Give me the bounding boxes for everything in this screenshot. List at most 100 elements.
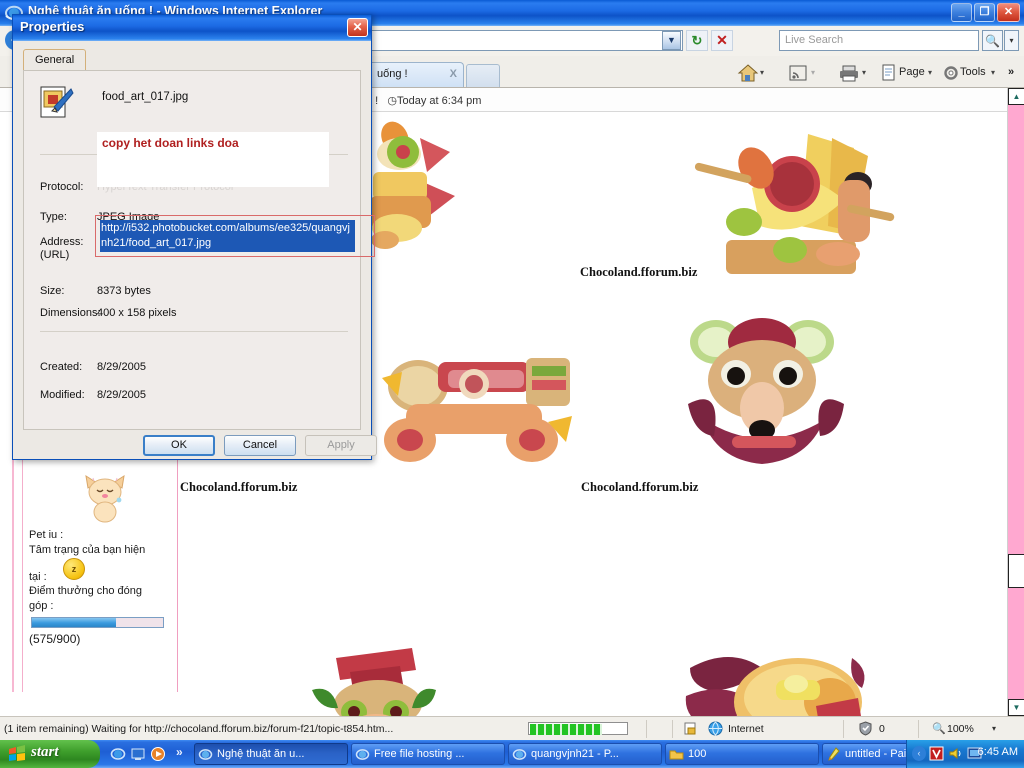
feeds-icon[interactable] — [788, 62, 808, 84]
label-address-line1: Address: — [40, 236, 84, 248]
search-icon[interactable]: 🔍 — [982, 30, 1003, 51]
value-modified: 8/29/2005 — [97, 389, 146, 401]
zoom-caret-icon[interactable]: ▾ — [992, 724, 996, 733]
tab-general[interactable]: General — [23, 49, 87, 71]
vscroll-up-arrow-icon[interactable]: ▲ — [1008, 88, 1024, 105]
ie-quicklaunch-icon[interactable] — [110, 746, 126, 762]
dialog-general-panel: food_art_017.jpg Protocol: HyperText Tra… — [23, 70, 375, 430]
close-button[interactable]: ✕ — [997, 3, 1020, 22]
ie-icon — [198, 749, 213, 760]
stop-icon[interactable]: ✕ — [711, 30, 733, 51]
pet-points-label: (575/900) — [29, 632, 81, 646]
label-type: Type: — [40, 211, 67, 223]
security-zone-label[interactable]: Internet — [728, 723, 764, 735]
gear-icon[interactable] — [942, 62, 960, 84]
address-dropdown-icon[interactable]: ▼ — [662, 31, 681, 50]
home-caret-icon[interactable]: ▾ — [760, 62, 764, 84]
pet-line-3: tại : — [29, 571, 47, 583]
label-address-line2: (URL) — [40, 249, 70, 261]
shield-icon — [859, 721, 872, 736]
value-address-url[interactable]: http://i532.photobucket.com/albums/ee325… — [100, 220, 355, 252]
dialog-title: Properties — [20, 19, 85, 34]
new-tab-button[interactable] — [466, 64, 500, 87]
label-size: Size: — [40, 285, 65, 297]
taskbar-item-4-label: 100 — [688, 748, 707, 760]
taskbar-item-2[interactable]: Free file hosting ... — [351, 743, 505, 765]
paint-icon — [828, 747, 840, 761]
dialog-tab-row: General — [23, 49, 361, 71]
tools-caret-icon[interactable]: ▾ — [991, 62, 995, 84]
food-art-image-1 — [369, 121, 455, 249]
food-art-image-3 — [382, 358, 572, 462]
value-size: 8373 bytes — [97, 285, 151, 297]
clock-icon: ◷ — [387, 95, 398, 107]
minimize-button[interactable]: _ — [951, 3, 972, 22]
tab-close-icon[interactable]: X — [450, 68, 457, 80]
print-caret-icon[interactable]: ▾ — [862, 62, 866, 84]
media-player-icon[interactable] — [150, 746, 166, 762]
zoom-level-label[interactable]: 100% — [947, 723, 974, 735]
ok-button[interactable]: OK — [143, 435, 215, 456]
vscroll-down-arrow-icon[interactable]: ▼ — [1008, 699, 1024, 716]
maximize-button[interactable]: ❐ — [974, 3, 995, 22]
watermark-1: Chocoland.fforum.biz — [580, 265, 698, 279]
taskbar-item-3-label: quangvjnh21 - P... — [531, 748, 619, 760]
watermark-2: Chocoland.fforum.biz — [180, 480, 298, 494]
taskbar-item-2-label: Free file hosting ... — [374, 748, 465, 760]
tab-1-label: uống ! — [377, 68, 408, 80]
start-label: start — [31, 744, 59, 760]
food-art-image-6 — [685, 657, 865, 716]
status-separator-2 — [672, 720, 673, 738]
refresh-icon[interactable]: ↻ — [686, 30, 708, 51]
pet-points-progressbar — [31, 617, 164, 628]
system-tray: ‹ 6:45 AM — [906, 740, 1024, 768]
vscroll-thumb[interactable] — [1008, 554, 1024, 588]
zoom-magnifier-icon[interactable]: 🔍 — [932, 722, 946, 735]
dialog-divider-2 — [40, 331, 348, 332]
page-caret-icon[interactable]: ▾ — [928, 62, 932, 84]
label-dimensions: Dimensions: — [40, 307, 101, 319]
pet-points-progress-fill — [32, 618, 116, 627]
image-document-icon — [40, 86, 74, 118]
browser-vertical-scrollbar[interactable]: ▲ ▼ — [1007, 88, 1024, 716]
taskbar-item-5-label: untitled - Paint — [845, 748, 916, 760]
label-protocol: Protocol: — [40, 181, 84, 193]
food-art-image-4 — [688, 318, 844, 464]
quicklaunch-overflow-icon[interactable]: » — [176, 745, 183, 759]
pet-line-2: Tâm trạng của bạn hiện — [29, 544, 146, 556]
sleeping-face-icon: z — [63, 558, 85, 580]
print-icon[interactable] — [838, 62, 860, 84]
windows-taskbar: start » Nghệ thuật ăn u... Free file hos… — [0, 740, 1024, 768]
browser-tab-1[interactable]: uống ! X — [368, 62, 464, 87]
food-art-image-2 — [694, 134, 895, 274]
home-icon[interactable] — [736, 62, 760, 84]
taskbar-item-4[interactable]: 100 — [665, 743, 819, 765]
value-created: 8/29/2005 — [97, 361, 146, 373]
tools-label[interactable]: Tools — [960, 62, 986, 84]
post-time: Today at 6:34 pm — [397, 95, 482, 107]
dialog-close-button[interactable]: ✕ — [347, 18, 368, 37]
show-desktop-icon[interactable] — [130, 746, 146, 762]
tray-expand-icon[interactable]: ‹ — [912, 746, 926, 761]
status-progressbar — [528, 722, 628, 735]
blocked-count-label: 0 — [879, 723, 885, 735]
search-dropdown-icon[interactable]: ▾ — [1004, 30, 1019, 51]
volume-icon[interactable] — [948, 746, 963, 761]
label-modified: Modified: — [40, 389, 85, 401]
taskbar-item-1[interactable]: Nghệ thuật ăn u... — [194, 743, 348, 765]
search-input[interactable]: Live Search — [779, 30, 979, 51]
page-icon[interactable] — [880, 62, 898, 84]
annotation-text: copy het doan links doa — [102, 136, 239, 150]
feeds-caret-icon: ▾ — [811, 68, 816, 77]
antivirus-icon[interactable] — [929, 746, 944, 761]
pet-line-4a: Điểm thưởng cho đóng — [29, 585, 143, 597]
system-clock[interactable]: 6:45 AM — [978, 746, 1018, 758]
taskbar-item-3[interactable]: quangvjnh21 - P... — [508, 743, 662, 765]
command-overflow-icon[interactable]: » — [1008, 62, 1014, 84]
ie-icon — [355, 749, 370, 760]
page-label[interactable]: Page — [899, 62, 925, 84]
dialog-filename: food_art_017.jpg — [102, 91, 189, 103]
start-button[interactable]: start — [0, 740, 100, 768]
dialog-titlebar[interactable]: Properties ✕ — [13, 15, 371, 41]
cancel-button[interactable]: Cancel — [224, 435, 296, 456]
